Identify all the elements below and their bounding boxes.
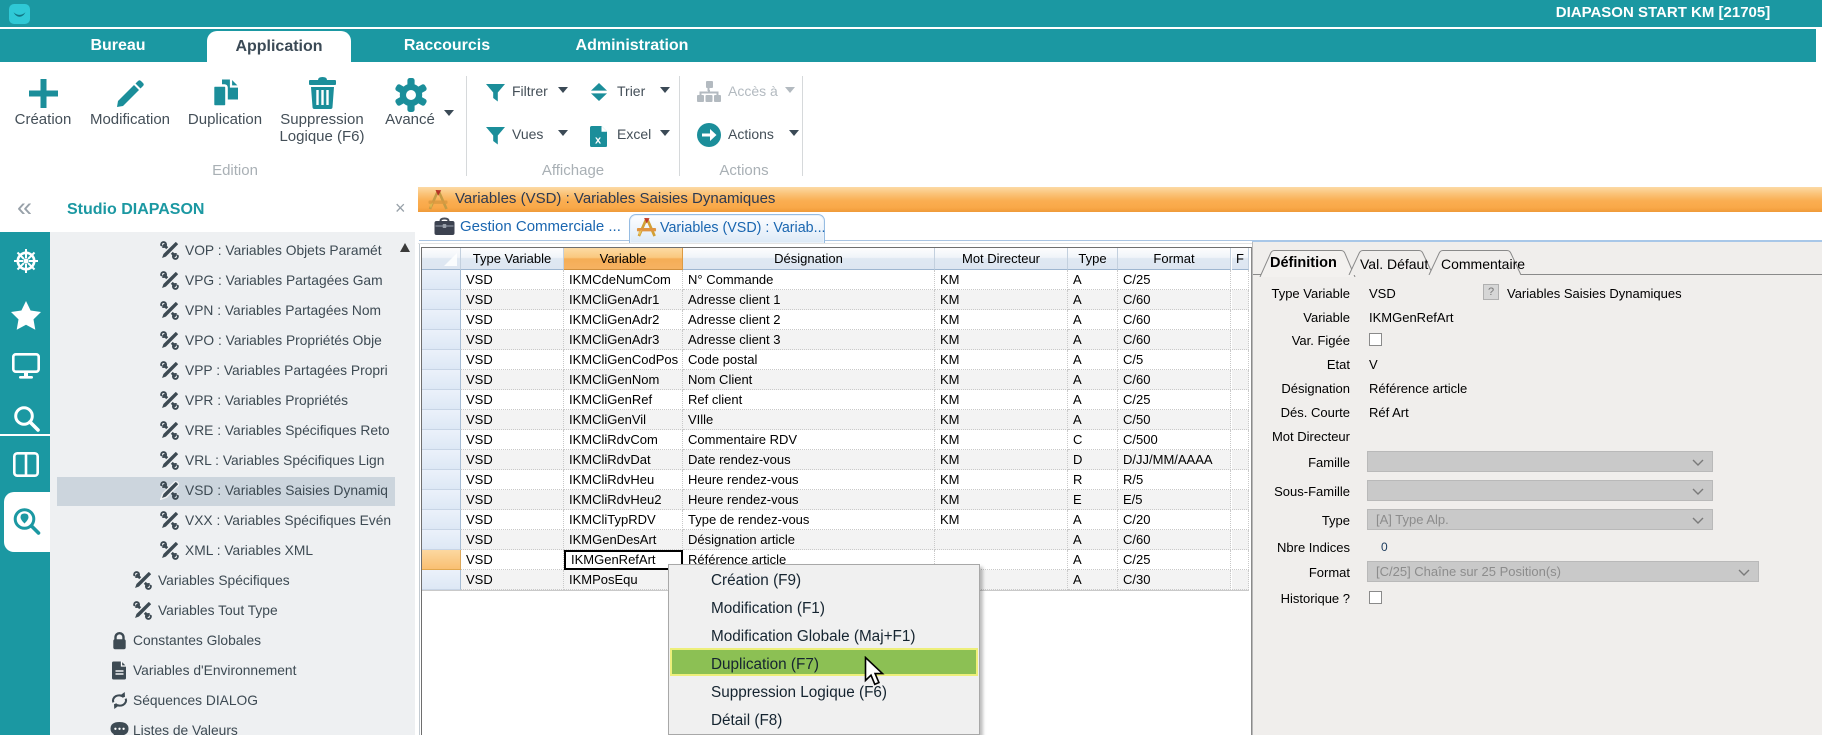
svg-text:x: x [595, 135, 602, 147]
